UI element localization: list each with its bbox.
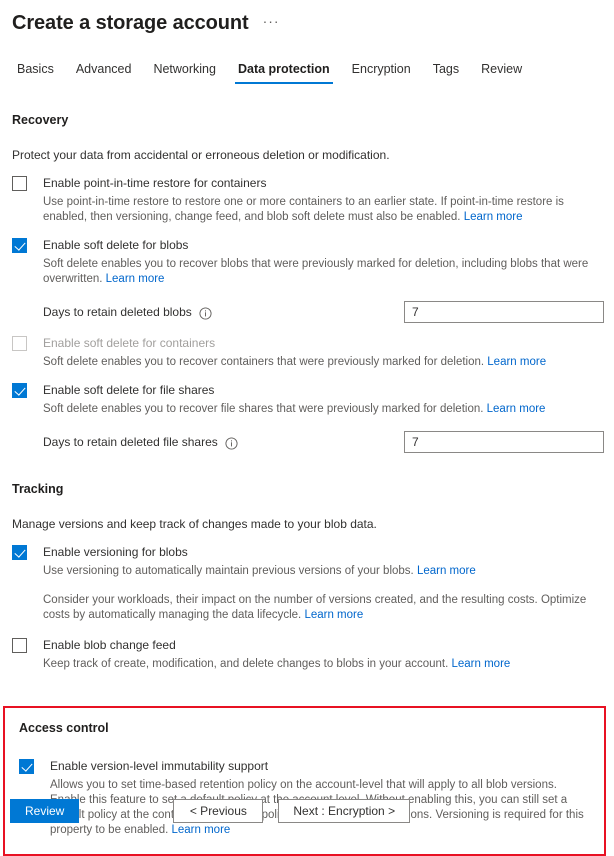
info-icon[interactable] — [199, 306, 212, 320]
desc-soft-delete-file-shares: Soft delete enables you to recover file … — [43, 402, 603, 417]
section-heading-access-control: Access control — [19, 721, 109, 735]
desc-soft-delete-blobs: Soft delete enables you to recover blobs… — [43, 257, 603, 287]
desc-blob-change-feed: Keep track of create, modification, and … — [43, 657, 603, 672]
row-soft-delete-containers: Enable soft delete for containers Soft d… — [12, 335, 604, 370]
access-control-section: Access control Enable version-level immu… — [3, 706, 606, 856]
learn-more-link-soft-delete-blobs[interactable]: Learn more — [106, 273, 165, 285]
learn-more-link-soft-delete-file-shares[interactable]: Learn more — [487, 403, 546, 415]
point-in-time-restore-body: Enable point-in-time restore for contain… — [43, 175, 604, 225]
row-days-retain-file-shares: Days to retain deleted file shares — [12, 431, 604, 453]
label-version-level-immutability: Enable version-level immutability suppor… — [50, 759, 269, 773]
learn-more-link-immutability[interactable]: Learn more — [171, 824, 230, 836]
desc-soft-delete-containers: Soft delete enables you to recover conta… — [43, 355, 603, 370]
info-icon[interactable] — [225, 436, 238, 450]
row-version-level-immutability: Enable version-level immutability suppor… — [19, 758, 590, 838]
label-soft-delete-file-shares: Enable soft delete for file shares — [43, 383, 215, 397]
label-soft-delete-blobs: Enable soft delete for blobs — [43, 238, 189, 252]
desc-versioning-costs: Consider your workloads, their impact on… — [43, 593, 603, 623]
wizard-footer: Review < Previous Next : Encryption > — [0, 799, 614, 823]
tracking-intro-text: Manage versions and keep track of change… — [12, 517, 377, 531]
section-heading-tracking: Tracking — [12, 482, 64, 496]
label-blob-change-feed: Enable blob change feed — [43, 638, 176, 652]
desc-enable-versioning: Use versioning to automatically maintain… — [43, 564, 603, 579]
page-header: Create a storage account ··· — [0, 0, 614, 36]
previous-button[interactable]: < Previous — [173, 799, 264, 823]
wizard-tabs: Basics Advanced Networking Data protecti… — [0, 56, 614, 84]
desc-text: Use versioning to automatically maintain… — [43, 565, 417, 577]
tab-advanced[interactable]: Advanced — [65, 61, 143, 84]
input-days-retain-blobs[interactable] — [404, 301, 604, 323]
page-title: Create a storage account — [12, 12, 249, 34]
tab-tags[interactable]: Tags — [422, 61, 470, 84]
label-point-in-time-restore: Enable point-in-time restore for contain… — [43, 176, 267, 190]
row-soft-delete-file-shares: Enable soft delete for file shares Soft … — [12, 382, 604, 417]
desc-text: Soft delete enables you to recover file … — [43, 403, 487, 415]
soft-delete-containers-body: Enable soft delete for containers Soft d… — [43, 335, 604, 370]
learn-more-link-versioning-costs[interactable]: Learn more — [304, 609, 363, 621]
learn-more-link-pitr[interactable]: Learn more — [464, 211, 523, 223]
tab-encryption[interactable]: Encryption — [341, 61, 422, 84]
tab-review[interactable]: Review — [470, 61, 533, 84]
tab-data-protection[interactable]: Data protection — [227, 61, 341, 84]
blob-change-feed-body: Enable blob change feed Keep track of cr… — [43, 637, 604, 672]
checkbox-point-in-time-restore[interactable] — [12, 176, 27, 191]
label-soft-delete-containers: Enable soft delete for containers — [43, 336, 216, 350]
row-blob-change-feed: Enable blob change feed Keep track of cr… — [12, 637, 604, 672]
checkbox-blob-change-feed[interactable] — [12, 638, 27, 653]
label-enable-versioning: Enable versioning for blobs — [43, 545, 188, 559]
section-heading-recovery: Recovery — [12, 113, 69, 127]
learn-more-link-change-feed[interactable]: Learn more — [452, 658, 511, 670]
more-options-icon[interactable]: ··· — [263, 14, 280, 28]
tab-basics[interactable]: Basics — [6, 61, 65, 84]
soft-delete-file-shares-body: Enable soft delete for file shares Soft … — [43, 382, 604, 417]
next-button[interactable]: Next : Encryption > — [278, 799, 411, 823]
row-soft-delete-blobs: Enable soft delete for blobs Soft delete… — [12, 237, 604, 287]
desc-text: Soft delete enables you to recover conta… — [43, 356, 488, 368]
version-level-immutability-body: Enable version-level immutability suppor… — [50, 758, 590, 838]
enable-versioning-body: Enable versioning for blobs Use versioni… — [43, 544, 604, 623]
checkbox-soft-delete-file-shares[interactable] — [12, 383, 27, 398]
recovery-intro-text: Protect your data from accidental or err… — [12, 148, 390, 162]
review-button[interactable]: Review — [10, 799, 80, 823]
row-days-retain-blobs: Days to retain deleted blobs — [12, 301, 604, 323]
learn-more-link-soft-delete-containers[interactable]: Learn more — [487, 356, 546, 368]
desc-point-in-time-restore: Use point-in-time restore to restore one… — [43, 195, 603, 225]
input-days-retain-file-shares[interactable] — [404, 431, 604, 453]
row-enable-versioning: Enable versioning for blobs Use versioni… — [12, 544, 604, 623]
checkbox-version-level-immutability[interactable] — [19, 759, 34, 774]
learn-more-link-versioning[interactable]: Learn more — [417, 565, 476, 577]
checkbox-enable-versioning[interactable] — [12, 545, 27, 560]
label-days-retain-blobs: Days to retain deleted blobs — [43, 305, 192, 319]
row-point-in-time-restore: Enable point-in-time restore for contain… — [12, 175, 604, 225]
checkbox-soft-delete-blobs[interactable] — [12, 238, 27, 253]
desc-text: Keep track of create, modification, and … — [43, 658, 452, 670]
main-content: Recovery Protect your data from accident… — [0, 112, 614, 672]
tab-networking[interactable]: Networking — [142, 61, 227, 84]
checkbox-soft-delete-containers — [12, 336, 27, 351]
soft-delete-blobs-body: Enable soft delete for blobs Soft delete… — [43, 237, 604, 287]
label-days-retain-file-shares: Days to retain deleted file shares — [43, 435, 218, 449]
